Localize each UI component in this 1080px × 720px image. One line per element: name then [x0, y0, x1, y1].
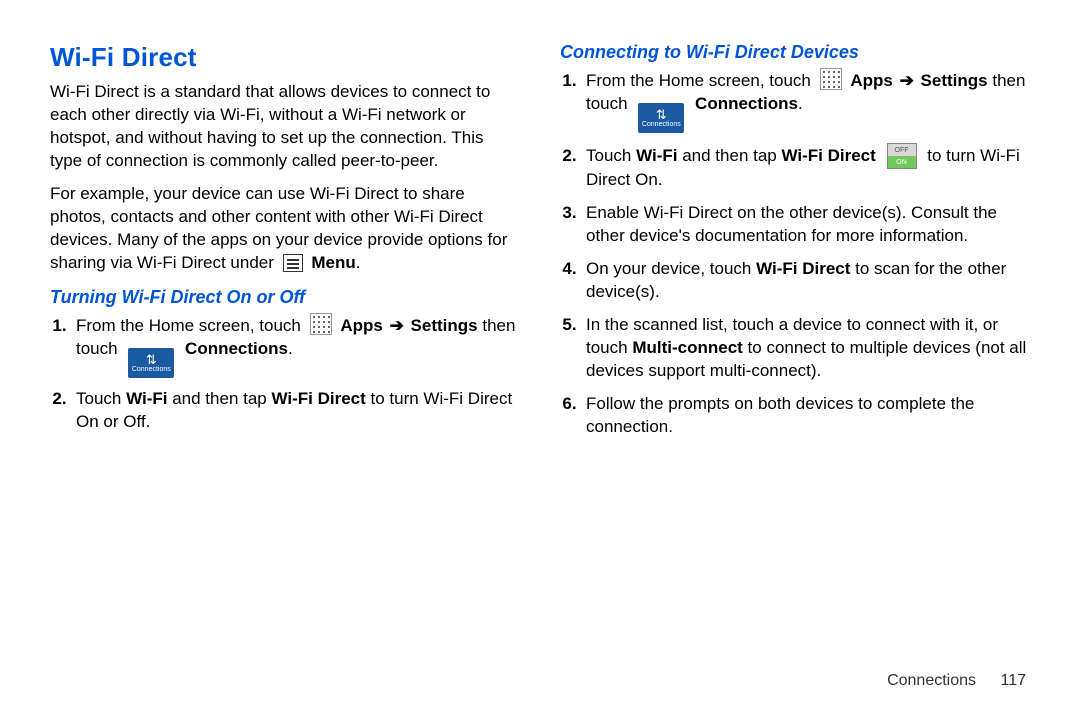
ls2-wfd: Wi-Fi Direct [271, 389, 365, 408]
intro-p2-text-b: . [356, 253, 361, 272]
rs4-wfd: Wi-Fi Direct [756, 259, 850, 278]
connections-icon: ⇅ Connections [128, 348, 174, 378]
ls2-wifi: Wi-Fi [126, 389, 167, 408]
right-step-5: In the scanned list, touch a device to c… [586, 314, 1030, 383]
ls2-a: Touch [76, 389, 126, 408]
arrow-icon: ➔ [390, 316, 404, 335]
rs2-wfd: Wi-Fi Direct [781, 146, 875, 165]
left-step-2: Touch Wi-Fi and then tap Wi-Fi Direct to… [76, 388, 520, 434]
intro-paragraph-2: For example, your device can use Wi-Fi D… [50, 183, 520, 275]
rs2-wifi: Wi-Fi [636, 146, 677, 165]
toggle-icon [887, 143, 917, 169]
ls1-settings: Settings [411, 316, 478, 335]
steps-left: From the Home screen, touch Apps ➔ Setti… [50, 313, 520, 434]
arrow-icon: ➔ [900, 71, 914, 90]
footer-section: Connections [887, 672, 976, 689]
connections-icon-label: Connections [642, 121, 681, 128]
two-column-layout: Wi-Fi Direct Wi-Fi Direct is a standard … [50, 40, 1030, 672]
rs4-a: On your device, touch [586, 259, 756, 278]
rs1-a: From the Home screen, touch [586, 71, 816, 90]
steps-right: From the Home screen, touch Apps ➔ Setti… [560, 68, 1030, 438]
right-step-1: From the Home screen, touch Apps ➔ Setti… [586, 68, 1030, 133]
rs2-a: Touch [586, 146, 636, 165]
right-step-3: Enable Wi-Fi Direct on the other device(… [586, 202, 1030, 248]
manual-page: Wi-Fi Direct Wi-Fi Direct is a standard … [0, 0, 1080, 720]
ls1-apps: Apps [340, 316, 383, 335]
right-step-6: Follow the prompts on both devices to co… [586, 393, 1030, 439]
left-column: Wi-Fi Direct Wi-Fi Direct is a standard … [50, 40, 520, 672]
rs5-mc: Multi-connect [632, 338, 743, 357]
subheading-turning-on-off: Turning Wi-Fi Direct On or Off [50, 285, 520, 309]
intro-p2-text-a: For example, your device can use Wi-Fi D… [50, 184, 507, 272]
ls1-a: From the Home screen, touch [76, 316, 306, 335]
connections-icon-glyph: ⇅ [656, 108, 667, 121]
connections-icon-glyph: ⇅ [146, 353, 157, 366]
rs2-b: and then tap [682, 146, 781, 165]
rs1-apps: Apps [850, 71, 893, 90]
rs1-d: . [798, 94, 803, 113]
subheading-connecting: Connecting to Wi-Fi Direct Devices [560, 40, 1030, 64]
left-step-1: From the Home screen, touch Apps ➔ Setti… [76, 313, 520, 378]
page-footer: Connections 117 [50, 672, 1030, 690]
connections-icon-label: Connections [132, 366, 171, 373]
connections-icon: ⇅ Connections [638, 103, 684, 133]
page-title: Wi-Fi Direct [50, 40, 520, 75]
menu-label: Menu [311, 253, 355, 272]
ls1-connections: Connections [185, 339, 288, 358]
apps-icon [820, 68, 842, 90]
right-step-4: On your device, touch Wi-Fi Direct to sc… [586, 258, 1030, 304]
apps-icon [310, 313, 332, 335]
menu-icon [283, 254, 303, 272]
right-step-2: Touch Wi-Fi and then tap Wi-Fi Direct to… [586, 143, 1030, 192]
rs1-connections: Connections [695, 94, 798, 113]
ls2-b: and then tap [172, 389, 271, 408]
right-column: Connecting to Wi-Fi Direct Devices From … [560, 40, 1030, 672]
intro-paragraph-1: Wi-Fi Direct is a standard that allows d… [50, 81, 520, 173]
footer-page-number: 117 [1000, 672, 1026, 689]
ls1-d: . [288, 339, 293, 358]
rs1-settings: Settings [921, 71, 988, 90]
